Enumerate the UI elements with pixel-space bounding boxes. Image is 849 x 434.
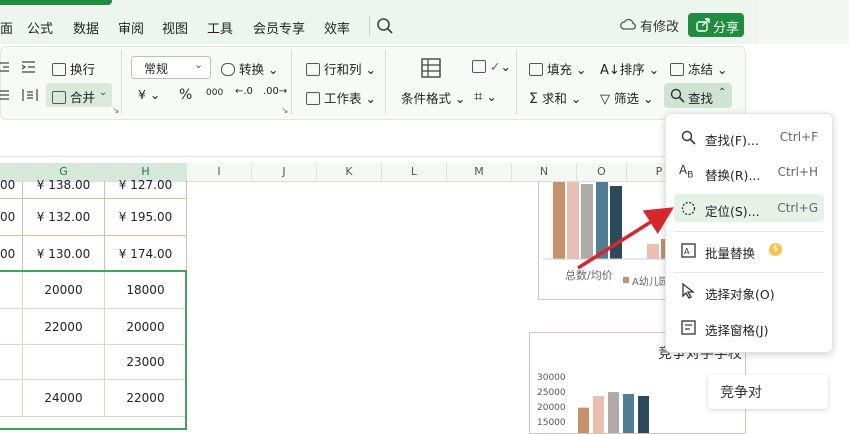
annotation-arrow-icon bbox=[577, 207, 674, 270]
